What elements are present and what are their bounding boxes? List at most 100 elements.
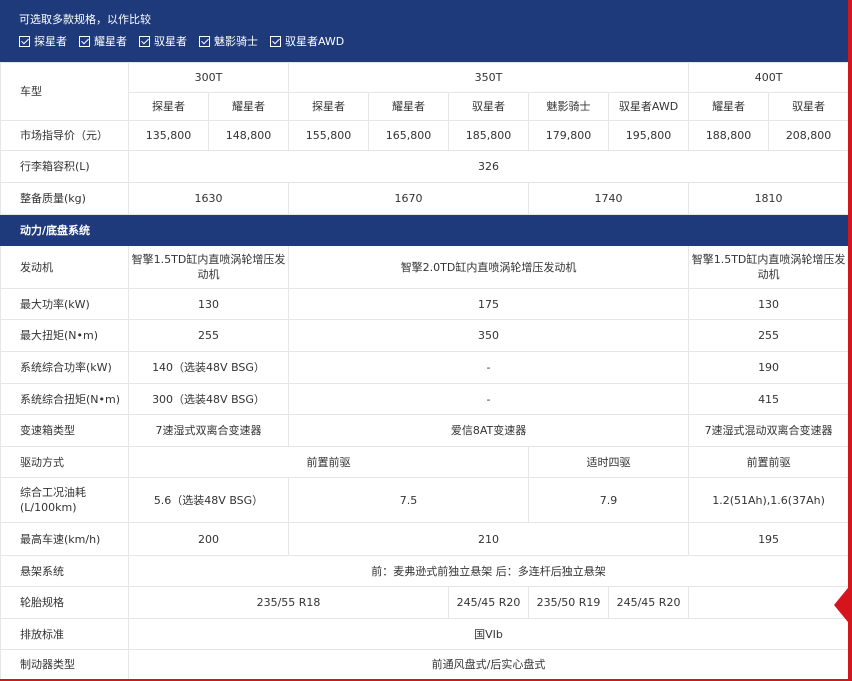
filter-label: 驭星者AWD xyxy=(285,35,345,48)
table-row: 排放标准 国VIb xyxy=(0,618,850,650)
checkbox-checked-icon[interactable] xyxy=(139,35,150,47)
table-row: 悬架系统 前：麦弗逊式前独立悬架 后：多连杆后独立悬架 xyxy=(0,555,850,587)
table-row: 市场指导价（元） 135,800 148,800 155,800 165,800… xyxy=(0,120,850,151)
filter-checkbox-2[interactable]: 驭星者 xyxy=(139,33,187,49)
transmission-value: 7速湿式混动双离合变速器 xyxy=(688,414,850,447)
filter-checkbox-0[interactable]: 探星者 xyxy=(19,33,67,49)
price-value: 208,800 xyxy=(768,120,850,151)
trim-name: 耀星者 xyxy=(368,92,449,121)
emission-value: 国VIb xyxy=(127,618,850,650)
sys-power-value: 140（选装48V BSG） xyxy=(128,351,289,384)
drive-value: 适时四驱 xyxy=(527,446,690,478)
compare-title: 可选取多款规格，以作比较 xyxy=(19,13,151,26)
torque-value: 255 xyxy=(688,319,850,352)
tire-value-empty xyxy=(688,586,850,619)
trim-name: 驭星者 xyxy=(448,92,529,121)
row-label-tire: 轮胎规格 xyxy=(0,586,129,619)
tire-value: 235/55 R18 xyxy=(128,586,449,619)
fuel-value: 7.5 xyxy=(288,477,529,523)
table-row: 变速箱类型 7速湿式双离合变速器 爱信8AT变速器 7速湿式混动双离合变速器 xyxy=(0,414,850,447)
row-label-brake: 制动器类型 xyxy=(0,649,129,680)
spec-compare-page: 可选取多款规格，以作比较 探星者 耀星者 驭星者 魅影骑士 驭星者AWD 车型 … xyxy=(0,0,852,681)
table-row: 驱动方式 前置前驱 适时四驱 前置前驱 xyxy=(0,446,850,478)
row-label-fuel: 综合工况油耗(L/100km) xyxy=(0,477,129,523)
engine-value: 智擎1.5TD缸内直喷涡轮增压发动机 xyxy=(128,245,289,289)
table-row: 最大扭矩(N•m) 255 350 255 xyxy=(0,319,850,352)
trim-name: 耀星者 xyxy=(688,92,770,121)
row-label-power: 最大功率(kW) xyxy=(0,288,129,320)
group-header-300t: 300T xyxy=(128,62,289,93)
transmission-value: 爱信8AT变速器 xyxy=(287,414,690,447)
spec-table: 车型 300T 350T 400T 探星者 耀星者 探星者 耀星者 驭星者 魅影… xyxy=(0,62,850,680)
torque-value: 255 xyxy=(128,319,289,352)
trim-name: 探星者 xyxy=(128,92,209,121)
trim-name: 驭星者 xyxy=(768,92,850,121)
engine-value: 智擎1.5TD缸内直喷涡轮增压发动机 xyxy=(688,245,850,289)
checkbox-checked-icon[interactable] xyxy=(19,35,30,47)
brake-value: 前通风盘式/后实心盘式 xyxy=(127,649,850,680)
filter-checkbox-3[interactable]: 魅影骑士 xyxy=(199,33,258,49)
table-row: 轮胎规格 235/55 R18 245/45 R20 235/50 R19 24… xyxy=(0,586,850,619)
row-label-suspension: 悬架系统 xyxy=(0,555,129,587)
filter-label: 魅影骑士 xyxy=(214,35,258,48)
fuel-value: 5.6（选装48V BSG） xyxy=(128,477,289,523)
row-label-torque: 最大扭矩(N•m) xyxy=(0,319,129,352)
table-row: 探星者 耀星者 探星者 耀星者 驭星者 魅影骑士 驭星者AWD 耀星者 驭星者 xyxy=(1,92,850,121)
compare-header: 可选取多款规格，以作比较 探星者 耀星者 驭星者 魅影骑士 驭星者AWD xyxy=(0,0,848,62)
table-row: 制动器类型 前通风盘式/后实心盘式 xyxy=(0,649,850,680)
price-value: 179,800 xyxy=(528,120,609,151)
trim-name: 驭星者AWD xyxy=(607,92,690,121)
weight-value: 1740 xyxy=(527,182,690,215)
weight-value: 1630 xyxy=(128,182,289,215)
table-row: 综合工况油耗(L/100km) 5.6（选装48V BSG） 7.5 7.9 1… xyxy=(0,477,850,523)
filter-checkbox-4[interactable]: 驭星者AWD xyxy=(270,33,344,49)
weight-value: 1810 xyxy=(688,182,850,215)
price-value: 195,800 xyxy=(607,120,690,151)
row-label-sys-torque: 系统综合扭矩(N•m) xyxy=(0,383,129,415)
table-row: 动力/底盘系统 xyxy=(0,214,850,246)
group-header-350t: 350T xyxy=(287,62,690,93)
scroll-next-arrow-icon[interactable] xyxy=(834,583,852,627)
power-value: 130 xyxy=(688,288,850,320)
table-row: 发动机 智擎1.5TD缸内直喷涡轮增压发动机 智擎2.0TD缸内直喷涡轮增压发动… xyxy=(0,245,850,289)
row-label-drive: 驱动方式 xyxy=(0,446,129,478)
row-label-sys-power: 系统综合功率(kW) xyxy=(0,351,129,384)
power-value: 130 xyxy=(128,288,289,320)
power-value: 175 xyxy=(287,288,690,320)
fuel-value: 1.2(51Ah),1.6(37Ah) xyxy=(688,477,850,523)
drive-value: 前置前驱 xyxy=(688,446,850,478)
trim-name: 探星者 xyxy=(288,92,369,121)
row-label-speed: 最高车速(km/h) xyxy=(0,522,129,556)
row-label-emission: 排放标准 xyxy=(0,618,129,650)
row-label-weight: 整备质量(kg) xyxy=(0,182,129,215)
trim-name: 魅影骑士 xyxy=(528,92,609,121)
table-row: 车型 300T 350T 400T xyxy=(0,62,850,121)
filter-label: 探星者 xyxy=(34,35,67,48)
section-title-powertrain: 动力/底盘系统 xyxy=(0,214,850,246)
filter-checkbox-1[interactable]: 耀星者 xyxy=(79,33,127,49)
transmission-value: 7速湿式双离合变速器 xyxy=(128,414,289,447)
sys-torque-value: 415 xyxy=(688,383,850,415)
tire-value: 235/50 R19 xyxy=(528,586,609,619)
trim-filter-group: 探星者 耀星者 驭星者 魅影骑士 驭星者AWD xyxy=(19,33,344,49)
torque-value: 350 xyxy=(287,319,690,352)
speed-value: 200 xyxy=(128,522,289,556)
row-label-trunk: 行李箱容积(L) xyxy=(0,150,129,183)
checkbox-checked-icon[interactable] xyxy=(79,35,90,47)
weight-value: 1670 xyxy=(288,182,529,215)
trunk-value: 326 xyxy=(127,150,850,183)
engine-value: 智擎2.0TD缸内直喷涡轮增压发动机 xyxy=(287,245,690,289)
table-row: 行李箱容积(L) 326 xyxy=(0,150,850,183)
sys-torque-value: 300（选装48V BSG） xyxy=(128,383,289,415)
sys-power-value: - xyxy=(287,351,690,384)
checkbox-checked-icon[interactable] xyxy=(199,35,210,47)
table-row: 整备质量(kg) 1630 1670 1740 1810 xyxy=(0,182,850,215)
speed-value: 195 xyxy=(688,522,850,556)
tire-value: 245/45 R20 xyxy=(448,586,529,619)
checkbox-checked-icon[interactable] xyxy=(270,35,281,47)
speed-value: 210 xyxy=(287,522,690,556)
price-value: 165,800 xyxy=(368,120,449,151)
group-header-400t: 400T xyxy=(688,62,850,93)
table-row: 系统综合功率(kW) 140（选装48V BSG） - 190 xyxy=(0,351,850,384)
sys-torque-value: - xyxy=(287,383,690,415)
